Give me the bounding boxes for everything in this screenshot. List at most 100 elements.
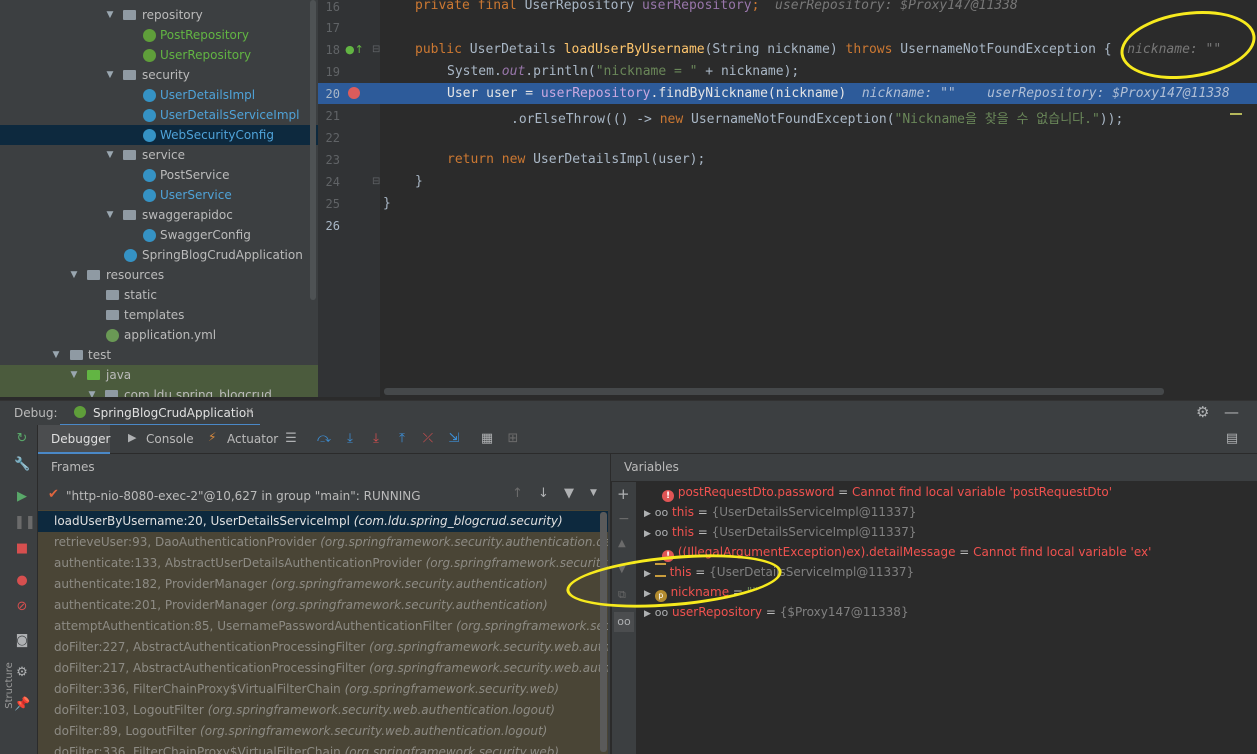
- add-watch-icon[interactable]: +: [617, 485, 630, 503]
- line-number: 26: [325, 219, 340, 233]
- tree-item-package[interactable]: ▼ com.ldu.spring_blogcrud: [0, 385, 318, 397]
- line-number: 19: [325, 65, 340, 79]
- breakpoint-icon[interactable]: [348, 87, 360, 99]
- evaluate-expression-icon[interactable]: ▦: [479, 431, 495, 447]
- dropdown-icon[interactable]: ▼: [590, 488, 597, 498]
- frame-row[interactable]: retrieveUser:93, DaoAuthenticationProvid…: [38, 532, 608, 553]
- tree-item-websecurityconfig[interactable]: WebSecurityConfig: [0, 125, 318, 145]
- step-over-icon[interactable]: ⤼: [316, 431, 332, 447]
- fold-icon[interactable]: ⊟: [372, 44, 380, 55]
- tree-item-test[interactable]: ▼ test: [0, 345, 318, 365]
- frames-scrollbar[interactable]: [600, 512, 607, 752]
- frame-row[interactable]: doFilter:227, AbstractAuthenticationProc…: [38, 637, 608, 658]
- trace-icon[interactable]: ⊞: [505, 431, 521, 447]
- layout-icon[interactable]: ▤: [1224, 431, 1240, 447]
- chevron-down-icon[interactable]: ▼: [50, 345, 62, 365]
- tree-item-repository[interactable]: ▼ repository: [0, 5, 318, 25]
- thread-selector[interactable]: ✔ "http-nio-8080-exec-2"@10,627 in group…: [38, 482, 610, 510]
- chevron-down-icon[interactable]: ▼: [104, 145, 116, 165]
- frame-row[interactable]: authenticate:201, ProviderManager (org.s…: [38, 595, 608, 616]
- chevron-down-icon[interactable]: ▼: [104, 5, 116, 25]
- arrow-up-icon[interactable]: ↑: [512, 486, 523, 501]
- interface-icon: [143, 49, 156, 62]
- chevron-down-icon[interactable]: ▼: [68, 265, 80, 285]
- class-icon: [143, 109, 156, 122]
- tree-item-postservice[interactable]: PostService: [0, 165, 318, 185]
- implements-method-icon[interactable]: ●↑: [345, 43, 364, 56]
- tree-item-userdetailsimpl[interactable]: UserDetailsImpl: [0, 85, 318, 105]
- step-into-icon[interactable]: ⤓: [342, 431, 358, 447]
- frame-row[interactable]: doFilter:217, AbstractAuthenticationProc…: [38, 658, 608, 679]
- mute-breakpoints-icon[interactable]: ⊘: [14, 599, 30, 615]
- folder-icon: [123, 150, 136, 160]
- frame-row[interactable]: doFilter:103, LogoutFilter (org.springfr…: [38, 700, 608, 721]
- frames-list: loadUserByUsername:20, UserDetailsServic…: [38, 510, 608, 754]
- move-up-icon[interactable]: ▲: [618, 538, 626, 549]
- frame-row[interactable]: doFilter:336, FilterChainProxy$VirtualFi…: [38, 742, 608, 754]
- pin-icon[interactable]: 📌: [14, 697, 30, 713]
- variable-row[interactable]: ▶ oo this = {UserDetailsServiceImpl@1133…: [644, 502, 917, 522]
- tree-item-static[interactable]: static: [0, 285, 318, 305]
- fold-icon[interactable]: ⊟: [372, 176, 380, 187]
- tree-item-resources[interactable]: ▼ resources: [0, 265, 318, 285]
- tree-item-userservice[interactable]: UserService: [0, 185, 318, 205]
- force-step-into-icon[interactable]: ⤓: [368, 431, 384, 447]
- chevron-right-icon[interactable]: ▶: [644, 609, 651, 619]
- frame-row[interactable]: authenticate:182, ProviderManager (org.s…: [38, 574, 608, 595]
- tab-actuator[interactable]: Actuator: [227, 432, 278, 446]
- line-number: 23: [325, 153, 340, 167]
- pause-icon[interactable]: ❚❚: [14, 515, 36, 531]
- chevron-down-icon[interactable]: ▼: [86, 385, 98, 397]
- tree-item-application-yml[interactable]: application.yml: [0, 325, 318, 345]
- chevron-down-icon[interactable]: ▼: [68, 365, 80, 385]
- chevron-right-icon[interactable]: ▶: [644, 509, 651, 519]
- tree-item-security[interactable]: ▼ security: [0, 65, 318, 85]
- frame-row[interactable]: loadUserByUsername:20, UserDetailsServic…: [38, 511, 608, 532]
- step-out-icon[interactable]: ⤒: [394, 431, 410, 447]
- tree-item-templates[interactable]: templates: [0, 305, 318, 325]
- editor-horizontal-scrollbar[interactable]: [384, 388, 1164, 395]
- line-number: 17: [325, 21, 340, 35]
- rerun-icon[interactable]: ↻: [14, 431, 30, 447]
- variable-row[interactable]: ! postRequestDto.password = Cannot find …: [662, 482, 1112, 502]
- variables-title: Variables: [624, 460, 679, 474]
- stop-icon[interactable]: ■: [14, 541, 30, 557]
- frame-row[interactable]: authenticate:133, AbstractUserDetailsAut…: [38, 553, 608, 574]
- tab-console[interactable]: Console: [146, 432, 194, 446]
- chevron-down-icon[interactable]: ▼: [104, 65, 116, 85]
- folder-icon: [106, 310, 119, 320]
- minimize-icon[interactable]: —: [1224, 403, 1239, 421]
- frame-row[interactable]: doFilter:89, LogoutFilter (org.springfra…: [38, 721, 608, 742]
- run-to-cursor-icon[interactable]: ⇲: [446, 431, 462, 447]
- warning-marker[interactable]: [1230, 113, 1242, 115]
- tree-item-swaggerconfig[interactable]: SwaggerConfig: [0, 225, 318, 245]
- tree-item-userrepository[interactable]: UserRepository: [0, 45, 318, 65]
- view-breakpoints-icon[interactable]: ●: [14, 573, 30, 589]
- run-config-name: SpringBlogCrudApplication: [93, 406, 254, 420]
- filter-icon[interactable]: ▼: [564, 486, 574, 501]
- structure-side-tab[interactable]: Structure: [4, 662, 15, 709]
- tree-item-userdetailsserviceimpl[interactable]: UserDetailsServiceImpl: [0, 105, 318, 125]
- gear-icon[interactable]: ⚙: [14, 665, 30, 681]
- close-icon[interactable]: ✕: [245, 405, 254, 418]
- tree-item-postrepository[interactable]: PostRepository: [0, 25, 318, 45]
- glasses-icon[interactable]: oo: [614, 612, 634, 632]
- tree-item-java[interactable]: ▼ java: [0, 365, 318, 385]
- tree-scrollbar[interactable]: [310, 0, 316, 300]
- frame-row[interactable]: attemptAuthentication:85, UsernamePasswo…: [38, 616, 608, 637]
- drop-frame-icon[interactable]: ⤫: [420, 431, 436, 447]
- tree-item-swaggerapidoc[interactable]: ▼ swaggerapidoc: [0, 205, 318, 225]
- resume-icon[interactable]: ▶: [14, 489, 30, 505]
- tree-item-springblogcrudapplication[interactable]: SpringBlogCrudApplication: [0, 245, 318, 265]
- menu-icon[interactable]: ☰: [283, 431, 299, 447]
- variable-row[interactable]: ▶ oo this = {UserDetailsServiceImpl@1133…: [644, 522, 917, 542]
- frame-row[interactable]: doFilter:336, FilterChainProxy$VirtualFi…: [38, 679, 608, 700]
- arrow-down-icon[interactable]: ↓: [538, 486, 549, 501]
- remove-watch-icon[interactable]: −: [618, 511, 630, 527]
- gear-icon[interactable]: ⚙: [1196, 403, 1209, 421]
- chevron-down-icon[interactable]: ▼: [104, 205, 116, 225]
- chevron-right-icon[interactable]: ▶: [644, 529, 651, 539]
- tree-item-service[interactable]: ▼ service: [0, 145, 318, 165]
- camera-icon[interactable]: ◙: [14, 633, 30, 649]
- wrench-icon[interactable]: 🔧: [14, 457, 30, 473]
